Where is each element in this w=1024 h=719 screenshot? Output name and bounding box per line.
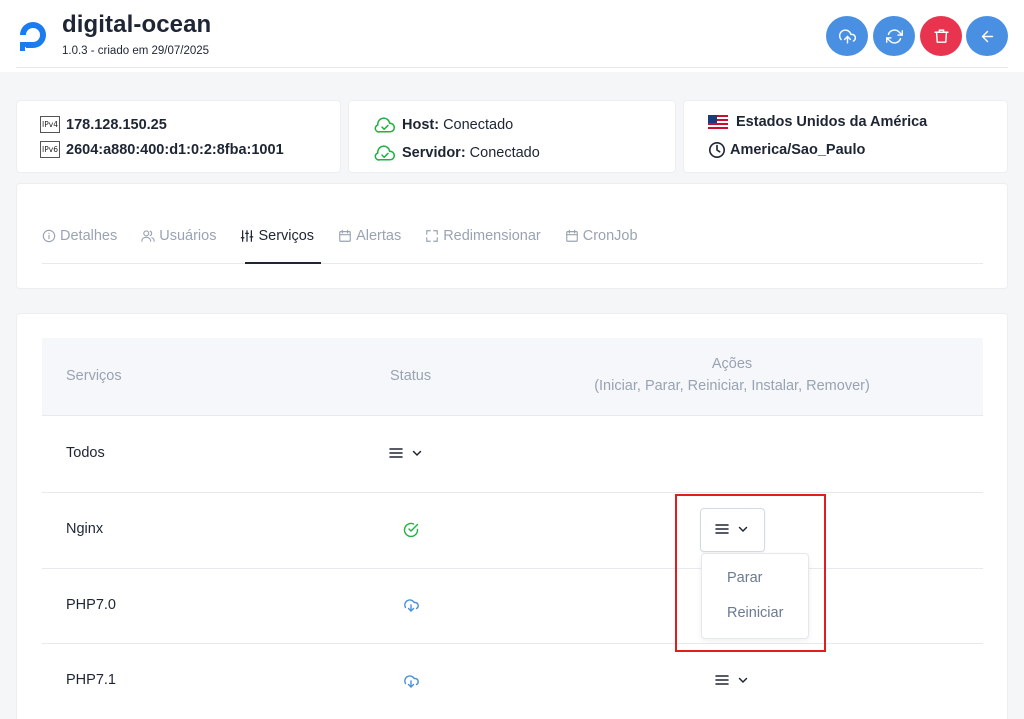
hamburger-icon xyxy=(389,448,403,458)
row-divider xyxy=(42,492,983,493)
todos-actions-menu[interactable] xyxy=(389,446,423,460)
back-button[interactable] xyxy=(966,16,1008,56)
cloud-check-icon xyxy=(374,117,396,133)
tab-servicos[interactable]: Serviços xyxy=(240,225,314,247)
digitalocean-logo-icon xyxy=(20,22,46,51)
ipv4-address: 178.128.150.25 xyxy=(66,116,167,133)
tab-redimensionar[interactable]: Redimensionar xyxy=(425,225,541,247)
server-row: Servidor: Conectado xyxy=(374,144,540,162)
row-divider xyxy=(42,643,983,644)
hamburger-icon xyxy=(715,675,729,685)
chevron-down-icon xyxy=(738,677,748,684)
timezone: America/Sao_Paulo xyxy=(730,142,866,158)
tab-label: Usuários xyxy=(159,228,217,244)
tabs-divider xyxy=(42,263,983,264)
ipv6-address: 2604:a880:400:d1:0:2:8fba:1001 xyxy=(66,141,284,158)
host-status: Conectado xyxy=(443,117,514,133)
page-title: digital-ocean xyxy=(62,11,212,38)
ipv6-row: IPv6 2604:a880:400:d1:0:2:8fba:1001 xyxy=(40,141,284,158)
tab-label: Serviços xyxy=(258,228,315,244)
page-subtitle: 1.0.3 - criado em 29/07/2025 xyxy=(62,45,210,57)
cloud-upload-icon xyxy=(838,28,856,44)
ip-card: IPv4 178.128.150.25 IPv6 2604:a880:400:d… xyxy=(16,100,341,173)
header-status: Status xyxy=(390,368,432,384)
cloud-check-icon xyxy=(374,145,396,161)
cloud-download-icon[interactable] xyxy=(403,673,419,689)
location-card: Estados Unidos da América America/Sao_Pa… xyxy=(683,100,1008,173)
ipv6-badge: IPv6 xyxy=(40,141,60,158)
highlight-box xyxy=(675,494,826,652)
server-status: Conectado xyxy=(469,145,540,161)
arrow-left-icon xyxy=(981,30,993,42)
check-circle-icon xyxy=(403,522,419,538)
page-header: digital-ocean 1.0.3 - criado em 29/07/20… xyxy=(0,0,1024,72)
tab-label: CronJob xyxy=(582,228,638,244)
sliders-icon xyxy=(241,230,254,242)
users-icon xyxy=(141,230,155,242)
connection-card: Host: Conectado Servidor: Conectado xyxy=(348,100,676,173)
calendar-icon xyxy=(565,229,578,242)
calendar-icon xyxy=(339,229,351,242)
upload-button[interactable] xyxy=(826,16,868,56)
php71-actions-menu[interactable] xyxy=(715,673,749,687)
ipv4-badge: IPv4 xyxy=(40,116,60,133)
trash-icon xyxy=(933,28,949,43)
clock-icon xyxy=(708,141,726,159)
timezone-row: America/Sao_Paulo xyxy=(708,141,865,159)
header-actions-title: Ações xyxy=(711,356,753,372)
tab-bar: Detalhes Usuários Serviços Alertas Redim… xyxy=(42,225,662,247)
header-divider xyxy=(16,67,1008,68)
active-tab-indicator xyxy=(245,262,321,264)
tab-label: Redimensionar xyxy=(443,228,541,244)
chevron-down-icon xyxy=(412,450,422,457)
table-header: Serviços Status Ações (Iniciar, Parar, R… xyxy=(42,338,983,416)
info-icon xyxy=(42,229,56,243)
tab-cronjob[interactable]: CronJob xyxy=(565,225,638,247)
service-name: Todos xyxy=(66,445,105,461)
host-label: Host: xyxy=(402,117,440,133)
row-divider xyxy=(42,568,983,569)
tab-label: Alertas xyxy=(356,228,402,244)
service-name: Nginx xyxy=(66,521,104,537)
resize-icon xyxy=(426,230,439,242)
cloud-download-icon[interactable] xyxy=(403,597,419,613)
header-actions: Ações (Iniciar, Parar, Reiniciar, Instal… xyxy=(532,353,932,397)
service-name: PHP7.1 xyxy=(66,672,116,688)
country-name: Estados Unidos da América xyxy=(736,114,928,130)
host-row: Host: Conectado xyxy=(374,116,513,134)
ipv4-row: IPv4 178.128.150.25 xyxy=(40,116,167,133)
tab-usuarios[interactable]: Usuários xyxy=(141,225,216,247)
server-label: Servidor: xyxy=(402,145,466,161)
header-actions-subtitle: (Iniciar, Parar, Reiniciar, Instalar, Re… xyxy=(594,378,870,394)
tab-label: Detalhes xyxy=(60,228,118,244)
us-flag-icon xyxy=(708,115,728,129)
header-services: Serviços xyxy=(66,368,122,384)
country-row: Estados Unidos da América xyxy=(708,114,927,130)
delete-button[interactable] xyxy=(920,16,962,56)
refresh-button[interactable] xyxy=(873,16,915,56)
refresh-icon xyxy=(885,28,903,44)
tab-alertas[interactable]: Alertas xyxy=(338,225,401,247)
tab-detalhes[interactable]: Detalhes xyxy=(42,225,117,247)
service-name: PHP7.0 xyxy=(66,597,116,613)
